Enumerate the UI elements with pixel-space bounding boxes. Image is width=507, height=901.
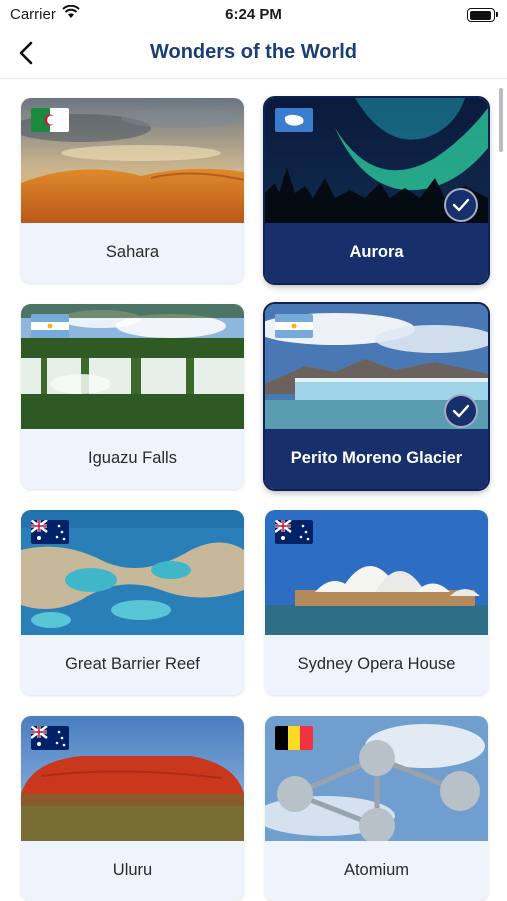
belgium-flag-icon [275, 726, 313, 750]
wonder-card-iguazu-falls[interactable]: Iguazu Falls [21, 304, 244, 489]
wonder-image [265, 304, 488, 429]
wonder-card-great-barrier-reef[interactable]: Great Barrier Reef [21, 510, 244, 695]
australia-flag-icon [31, 520, 69, 544]
status-bar: Carrier 6:24 PM [0, 0, 507, 30]
wonder-image [21, 304, 244, 429]
wonder-card-atomium[interactable]: Atomium [265, 716, 488, 901]
navigation-bar: Wonders of the World [0, 30, 507, 79]
argentina-flag-icon [275, 314, 313, 338]
wonder-label: Sahara [105, 243, 160, 261]
algeria-flag-icon [31, 108, 69, 132]
status-time: 6:24 PM [225, 6, 282, 23]
wonder-card-aurora[interactable]: Aurora [263, 96, 490, 285]
wonder-label: Great Barrier Reef [65, 655, 200, 673]
wonder-image [21, 510, 244, 635]
battery-icon [467, 8, 498, 22]
antarctica-flag-icon [275, 108, 313, 132]
wonder-label: Perito Moreno Glacier [290, 449, 463, 467]
australia-flag-icon [31, 726, 69, 750]
wonder-image [265, 716, 488, 841]
wonder-label: Uluru [112, 861, 153, 879]
wonder-card-sahara[interactable]: Sahara [21, 98, 244, 283]
wonder-image [21, 716, 244, 841]
wonder-label: Atomium [343, 861, 410, 879]
argentina-flag-icon [31, 314, 69, 338]
wonder-image [265, 98, 488, 223]
wonder-label: Sydney Opera House [297, 655, 456, 673]
wonder-card-perito-moreno-glacier[interactable]: Perito Moreno Glacier [263, 302, 490, 491]
wonder-card-sydney-opera-house[interactable]: Sydney Opera House [265, 510, 488, 695]
check-icon [444, 188, 478, 222]
page-title: Wonders of the World [149, 41, 358, 63]
wonder-image [21, 98, 244, 223]
wonder-image [265, 510, 488, 635]
wonder-label: Iguazu Falls [88, 449, 177, 467]
check-icon [444, 394, 478, 428]
wonder-label: Aurora [349, 243, 404, 261]
scrollbar[interactable] [499, 88, 503, 152]
wonder-card-uluru[interactable]: Uluru [21, 716, 244, 901]
australia-flag-icon [275, 520, 313, 544]
